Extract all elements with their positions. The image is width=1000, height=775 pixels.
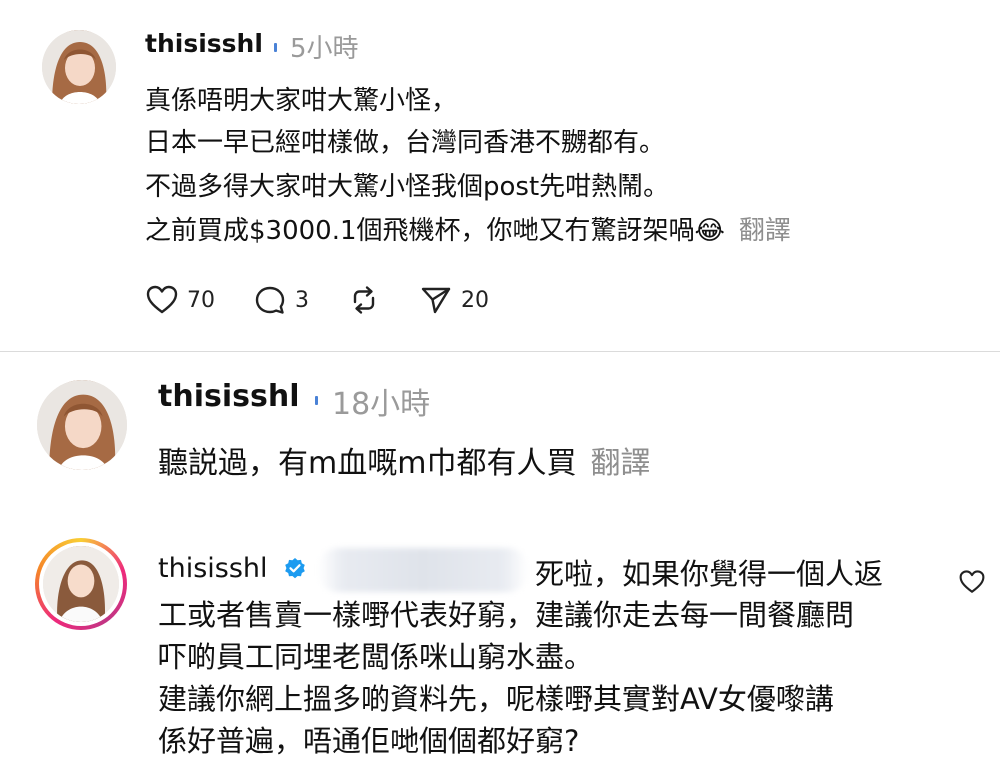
avatar[interactable] bbox=[42, 30, 116, 104]
verified-badge-icon bbox=[285, 558, 305, 579]
reply-text-content: 聽説過，有m血嘅m巾都有人買 bbox=[158, 446, 577, 481]
avatar-image bbox=[43, 546, 119, 622]
thread-dot-icon bbox=[315, 396, 318, 405]
comment-count: 3 bbox=[295, 287, 309, 313]
comment-button[interactable]: 3 bbox=[253, 284, 309, 316]
avatar-image bbox=[42, 30, 116, 104]
reply-text-line: 吓啲員工同埋老闆係咪山窮水盡。 bbox=[158, 640, 594, 674]
heart-icon bbox=[146, 285, 178, 314]
reply-text-line: 工或者售賣一樣嘢代表好窮，建議你走去每一間餐廳問 bbox=[158, 598, 855, 632]
translate-link[interactable]: 翻譯 bbox=[590, 446, 650, 481]
reply-text-line: 死啦，如果你覺得一個人返 bbox=[535, 557, 884, 591]
post-text-line: 真係唔明大家咁大驚小怪， bbox=[145, 86, 458, 116]
reply-username[interactable]: thisisshl bbox=[158, 379, 299, 414]
redacted-mention bbox=[318, 548, 528, 592]
send-icon bbox=[421, 287, 451, 314]
avatar bbox=[43, 546, 119, 622]
repost-icon bbox=[353, 286, 375, 314]
post-text-line: 不過多得大家咁大驚小怪我個post先咁熱鬧。 bbox=[145, 172, 670, 202]
post-timestamp: 5小時 bbox=[290, 34, 359, 64]
post-text-line-last: 之前買成$3000.1個飛機杯，你哋又冇驚訝架喎😂 翻譯 bbox=[145, 210, 791, 247]
story-ring-avatar[interactable] bbox=[35, 538, 127, 630]
reply-text: 聽説過，有m血嘅m巾都有人買 翻譯 bbox=[158, 438, 650, 482]
reply-timestamp: 18小時 bbox=[332, 387, 431, 422]
share-count: 20 bbox=[461, 287, 489, 313]
repost-button[interactable] bbox=[347, 284, 381, 316]
divider bbox=[0, 351, 1000, 352]
post-text-line: 之前買成$3000.1個飛機杯，你哋又冇驚訝架喎😂 bbox=[145, 216, 725, 246]
share-button[interactable]: 20 bbox=[419, 284, 489, 316]
translate-link[interactable]: 翻譯 bbox=[739, 216, 791, 246]
like-count: 70 bbox=[187, 287, 215, 313]
avatar-image bbox=[37, 380, 127, 470]
comment-bubble-icon bbox=[255, 286, 285, 314]
post-actions: 70 3 20 bbox=[145, 280, 527, 320]
heart-icon[interactable] bbox=[958, 569, 986, 595]
reply-username[interactable]: thisisshl bbox=[158, 553, 268, 584]
reply-text-line: 係好普遍，唔通佢哋個個都好窮? bbox=[158, 724, 580, 758]
thread-dot-icon bbox=[274, 43, 277, 52]
like-button[interactable]: 70 bbox=[145, 284, 215, 316]
reply-text-line: 建議你網上搵多啲資料先，呢樣嘢其實對AV女優嚟講 bbox=[158, 682, 834, 716]
post-text-line: 日本一早已經咁樣做，台灣同香港不嬲都有。 bbox=[145, 128, 666, 158]
avatar[interactable] bbox=[37, 380, 127, 470]
post-username[interactable]: thisisshl bbox=[145, 29, 263, 58]
